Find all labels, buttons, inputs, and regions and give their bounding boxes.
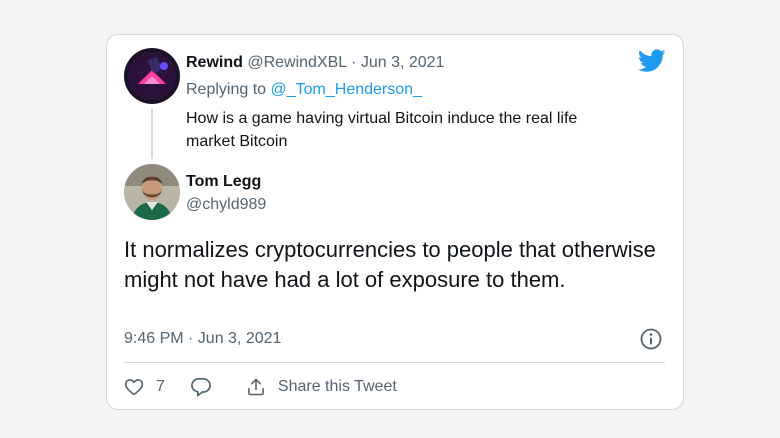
share-tweet-label: Share this Tweet	[277, 378, 397, 395]
main-tweet-text: It normalizes cryptocurrencies to people…	[124, 237, 656, 292]
like-count: 7	[156, 378, 165, 395]
heart-icon	[124, 379, 144, 396]
reply-tweet-header: Rewind @RewindXBL · Jun 3, 2021	[186, 54, 444, 72]
reply-author-name[interactable]: Rewind	[186, 54, 243, 71]
person-avatar-icon	[124, 164, 180, 220]
rewind-avatar[interactable]	[124, 48, 180, 104]
tweet-timestamp[interactable]: 9:46 PM · Jun 3, 2021	[124, 330, 281, 348]
reply-date[interactable]: Jun 3, 2021	[361, 54, 445, 71]
like-button[interactable]: 7	[124, 377, 165, 397]
reply-button[interactable]	[190, 377, 212, 397]
speech-bubble-icon	[190, 377, 211, 397]
actions-divider	[124, 362, 665, 363]
info-icon[interactable]	[639, 327, 663, 351]
author-avatar[interactable]	[124, 164, 180, 220]
twitter-bird-icon[interactable]	[638, 49, 666, 73]
share-tweet-button[interactable]: Share this Tweet	[246, 377, 397, 397]
rewind-logo-icon	[124, 48, 180, 104]
author-handle[interactable]: @chyld989	[186, 196, 266, 214]
tweet-embed-card: Rewind @RewindXBL · Jun 3, 2021 Replying…	[106, 34, 684, 410]
thread-connector-line	[151, 109, 153, 159]
reply-tweet-text: How is a game having virtual Bitcoin ind…	[186, 110, 578, 150]
header-separator: ·	[351, 54, 357, 71]
share-icon	[248, 378, 264, 396]
replying-to-prefix: Replying to	[186, 81, 267, 98]
reply-author-handle[interactable]: @RewindXBL	[247, 54, 346, 71]
replying-to-handle[interactable]: @_Tom_Henderson_	[271, 81, 422, 98]
author-name[interactable]: Tom Legg	[186, 173, 261, 191]
tweet-actions-bar: 7 Share this Tweet	[124, 373, 397, 401]
replying-to-line: Replying to @_Tom_Henderson_	[186, 81, 422, 99]
